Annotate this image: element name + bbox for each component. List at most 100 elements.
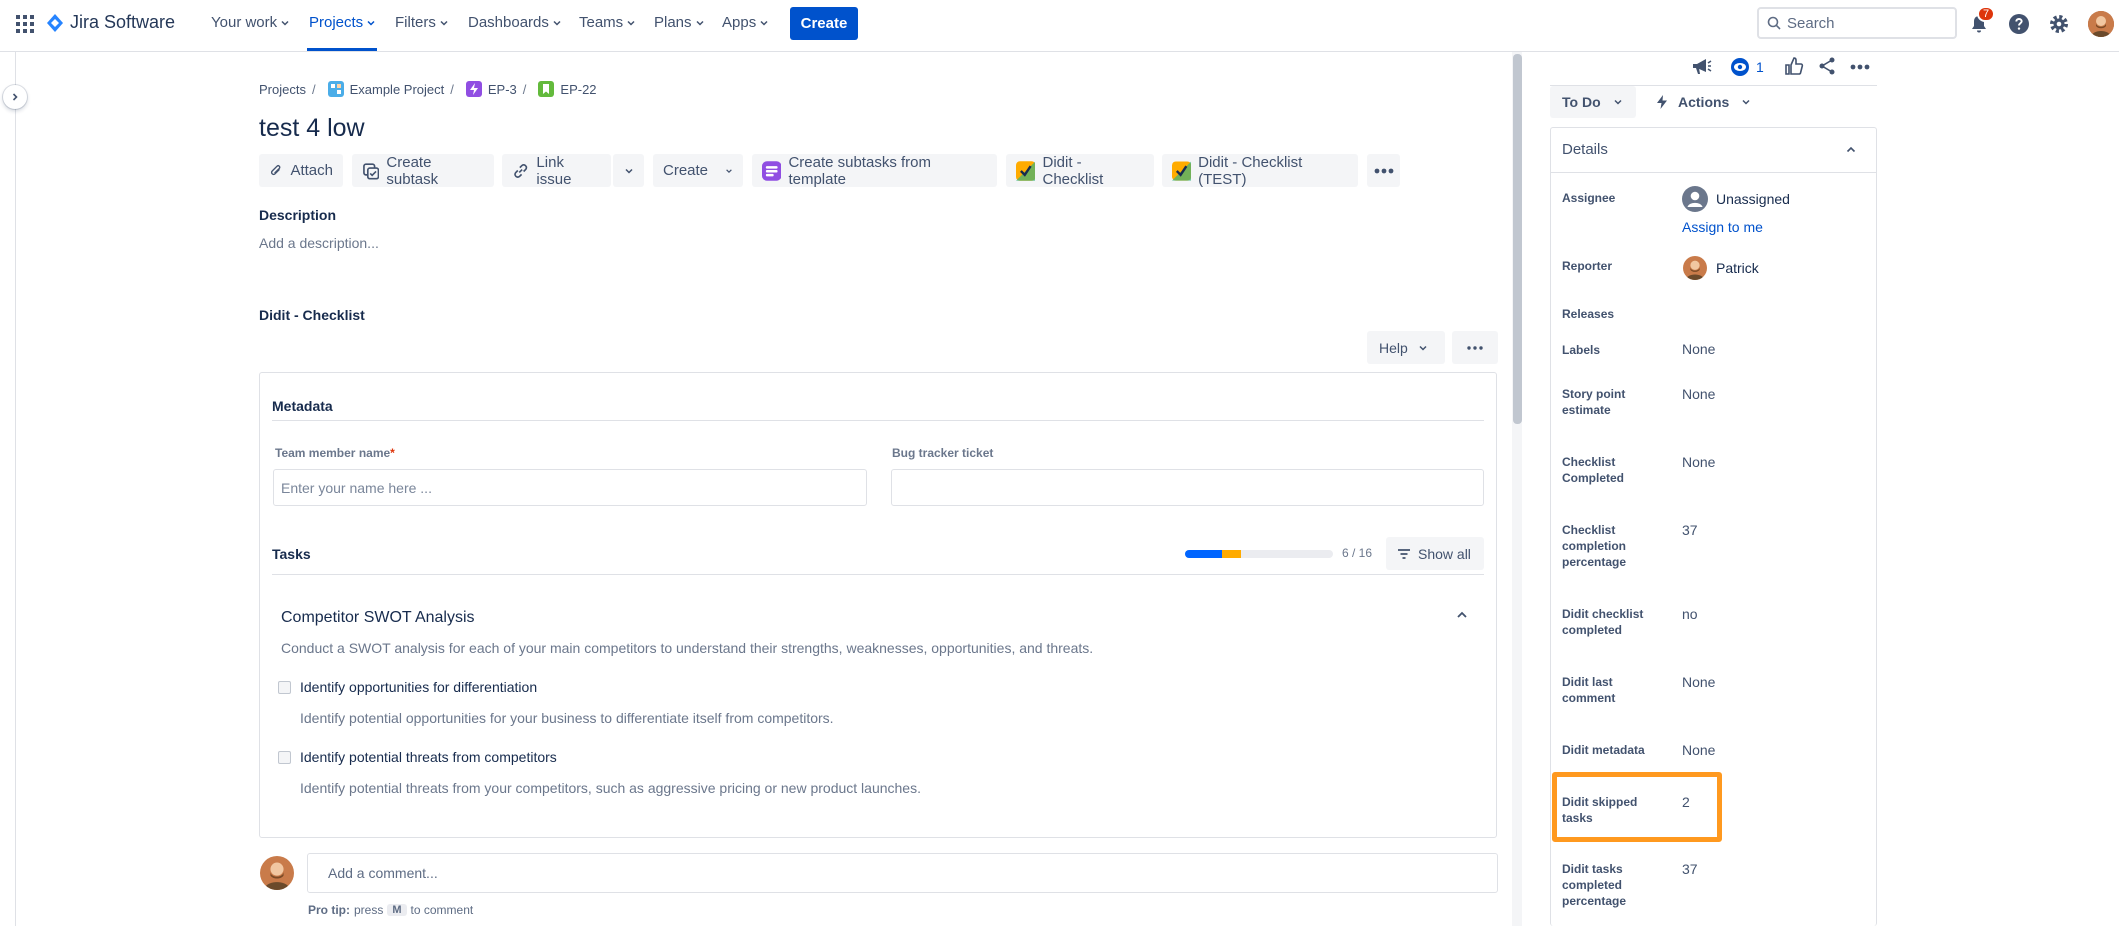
chevron-up-icon (1846, 146, 1856, 153)
breadcrumb-project[interactable]: Example Project (350, 82, 445, 97)
didit-checklist-button[interactable]: Didit - Checklist (1006, 153, 1154, 188)
chevron-down-icon (760, 20, 768, 26)
help-button[interactable] (2007, 12, 2031, 36)
tip-suffix: to comment (410, 903, 474, 917)
chevron-right-icon (12, 93, 18, 101)
nav-filters[interactable]: Filters (395, 14, 449, 31)
attach-button[interactable]: Attach (259, 154, 343, 187)
share-button[interactable] (1817, 56, 1837, 76)
nav-plans[interactable]: Plans (654, 14, 705, 31)
progress-count: 6 / 16 (1342, 546, 1373, 560)
assign-to-me-link[interactable]: Assign to me (1682, 219, 1763, 235)
task-description: Identify potential opportunities for you… (300, 710, 834, 726)
create-button[interactable]: Create (790, 7, 858, 40)
assignee-field[interactable]: Unassigned (1682, 186, 1790, 212)
team-member-input[interactable]: Enter your name here ... (273, 469, 867, 506)
collapse-section-button[interactable] (1455, 608, 1469, 622)
checklist-pct-value[interactable]: 37 (1682, 522, 1698, 538)
nav-teams[interactable]: Teams (579, 14, 636, 31)
section-title[interactable]: Competitor SWOT Analysis (281, 609, 475, 627)
breadcrumb: Projects / Example Project / EP-3 / EP-2… (259, 81, 597, 97)
labels-value[interactable]: None (1682, 341, 1715, 357)
more-horizontal-icon (1467, 345, 1483, 350)
nav-your-work[interactable]: Your work (211, 14, 290, 31)
issue-title[interactable]: test 4 low (259, 114, 365, 143)
feedback-button[interactable] (1690, 55, 1712, 77)
didit-last-comment-label: Didit last comment (1562, 675, 1616, 705)
nav-apps[interactable]: Apps (722, 14, 769, 31)
reporter-value: Patrick (1716, 260, 1759, 276)
didit-metadata-value[interactable]: None (1682, 742, 1715, 758)
description-heading: Description (259, 207, 337, 223)
breadcrumb-epic[interactable]: EP-3 (488, 82, 517, 97)
profile-avatar[interactable] (2088, 11, 2114, 37)
breadcrumb-separator: / (450, 81, 454, 97)
actions-dropdown[interactable]: Actions (1646, 86, 1751, 118)
checklist-completed-value[interactable]: None (1682, 454, 1715, 470)
task-title[interactable]: Identify opportunities for differentiati… (300, 679, 537, 695)
story-icon (538, 81, 555, 97)
didit-app-icon (1016, 160, 1036, 181)
task-checkbox[interactable] (278, 681, 291, 694)
epic-icon (465, 81, 482, 97)
didit-completed-label: Didit checklist completed (1562, 607, 1644, 637)
create-subtasks-from-template-button[interactable]: Create subtasks from template (752, 154, 997, 188)
lightning-icon (1657, 95, 1667, 109)
nav-label: Teams (579, 14, 624, 31)
brand-name: Jira Software (70, 12, 176, 32)
didit-checklist-test-button[interactable]: Didit - Checklist (TEST) (1162, 154, 1358, 188)
share-icon (1819, 57, 1835, 75)
create-dropdown-button[interactable]: Create (653, 154, 743, 187)
checklist-more-button[interactable] (1452, 331, 1498, 364)
team-member-placeholder: Enter your name here ... (281, 479, 432, 496)
jira-logo[interactable]: Jira Software (46, 12, 175, 33)
task-checkbox[interactable] (278, 751, 291, 764)
issue-more-button[interactable] (1850, 64, 1870, 70)
app-switcher-icon[interactable] (15, 14, 35, 34)
checklist-pct-label: Checklist completion percentage (1562, 523, 1627, 569)
help-dropdown-button[interactable]: Help (1367, 331, 1445, 364)
breadcrumb-projects[interactable]: Projects (259, 82, 306, 97)
link-issue-button[interactable]: Link issue (502, 154, 611, 188)
reporter-field[interactable]: Patrick (1683, 256, 1759, 280)
comment-input[interactable]: Add a comment... (307, 853, 1498, 893)
more-actions-button[interactable] (1367, 154, 1400, 187)
details-header[interactable]: Details (1550, 127, 1877, 173)
didit-tasks-pct-value[interactable]: 37 (1682, 861, 1698, 877)
search-icon (1767, 16, 1781, 30)
notifications-button[interactable]: 7 (1967, 6, 1995, 36)
didit-completed-value[interactable]: no (1682, 606, 1698, 622)
task-title[interactable]: Identify potential threats from competit… (300, 749, 557, 765)
help-icon (2009, 14, 2029, 34)
didit-checklist-label: Didit - Checklist (1042, 153, 1104, 188)
breadcrumb-issue[interactable]: EP-22 (560, 82, 596, 97)
didit-skipped-value[interactable]: 2 (1682, 794, 1690, 810)
link-issue-dropdown[interactable] (613, 154, 644, 187)
watch-count: 1 (1756, 59, 1764, 75)
chevron-down-icon (1419, 345, 1427, 351)
vote-button[interactable] (1784, 56, 1804, 76)
create-subtask-button[interactable]: Create subtask (352, 154, 494, 188)
more-horizontal-icon (1850, 64, 1870, 70)
collapse-details-button[interactable] (1845, 144, 1857, 156)
project-icon (327, 81, 344, 97)
team-member-label: Team member name* (275, 446, 395, 460)
description-field[interactable]: Add a description... (259, 235, 379, 251)
nav-dashboards[interactable]: Dashboards (468, 14, 562, 31)
divider (272, 420, 1484, 421)
show-all-button[interactable]: Show all (1386, 537, 1484, 570)
story-point-value[interactable]: None (1682, 386, 1715, 402)
chevron-down-icon (726, 168, 732, 173)
status-dropdown[interactable]: To Do (1550, 86, 1636, 118)
watch-button[interactable]: 1 (1730, 57, 1764, 77)
status-label: To Do (1562, 94, 1601, 110)
scrollbar-thumb[interactable] (1513, 54, 1522, 424)
expand-sidebar-button[interactable] (3, 85, 27, 109)
settings-button[interactable] (2047, 12, 2071, 36)
nav-projects[interactable]: Projects (309, 14, 376, 31)
bug-tracker-input[interactable] (891, 469, 1484, 506)
didit-last-comment-value[interactable]: None (1682, 674, 1715, 690)
team-member-label-text: Team member name (275, 446, 391, 460)
search-input[interactable]: Search (1757, 7, 1957, 39)
tip-prefix: Pro tip: (308, 903, 350, 917)
